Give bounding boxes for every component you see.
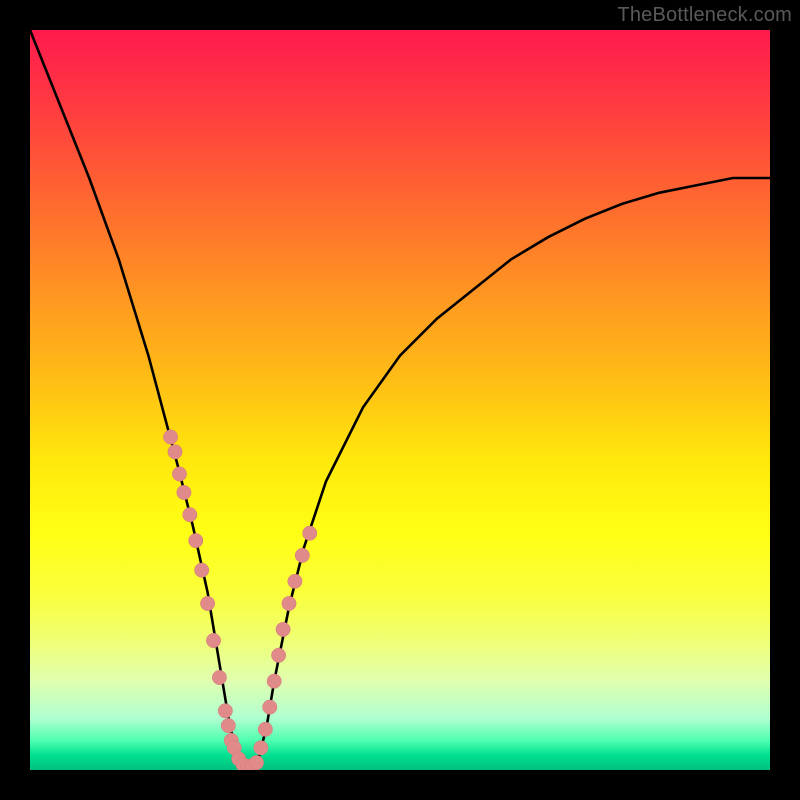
data-marker xyxy=(227,741,241,755)
data-marker xyxy=(288,574,302,588)
data-marker xyxy=(183,508,197,522)
data-marker xyxy=(267,674,281,688)
data-marker xyxy=(163,430,177,444)
data-marker xyxy=(212,670,226,684)
data-marker xyxy=(177,485,191,499)
data-marker xyxy=(231,752,245,766)
marker-group xyxy=(163,430,317,770)
data-marker xyxy=(200,596,214,610)
data-marker xyxy=(189,533,203,547)
data-marker xyxy=(224,733,238,747)
plot-area xyxy=(30,30,770,770)
curve-path xyxy=(30,30,770,766)
data-marker xyxy=(221,718,235,732)
data-marker xyxy=(249,755,263,769)
data-marker xyxy=(206,633,220,647)
data-marker xyxy=(236,758,250,770)
data-marker xyxy=(254,741,268,755)
chart-svg xyxy=(30,30,770,770)
data-marker xyxy=(194,563,208,577)
data-marker xyxy=(276,622,290,636)
data-marker xyxy=(240,759,254,770)
data-marker xyxy=(271,648,285,662)
data-marker xyxy=(263,700,277,714)
data-marker xyxy=(303,526,317,540)
data-marker xyxy=(172,467,186,481)
data-marker xyxy=(218,704,232,718)
watermark-text: TheBottleneck.com xyxy=(617,4,792,27)
chart-container: TheBottleneck.com xyxy=(0,0,800,800)
data-marker xyxy=(295,548,309,562)
data-marker xyxy=(168,445,182,459)
data-marker xyxy=(282,596,296,610)
data-marker xyxy=(258,722,272,736)
data-marker xyxy=(245,759,259,770)
